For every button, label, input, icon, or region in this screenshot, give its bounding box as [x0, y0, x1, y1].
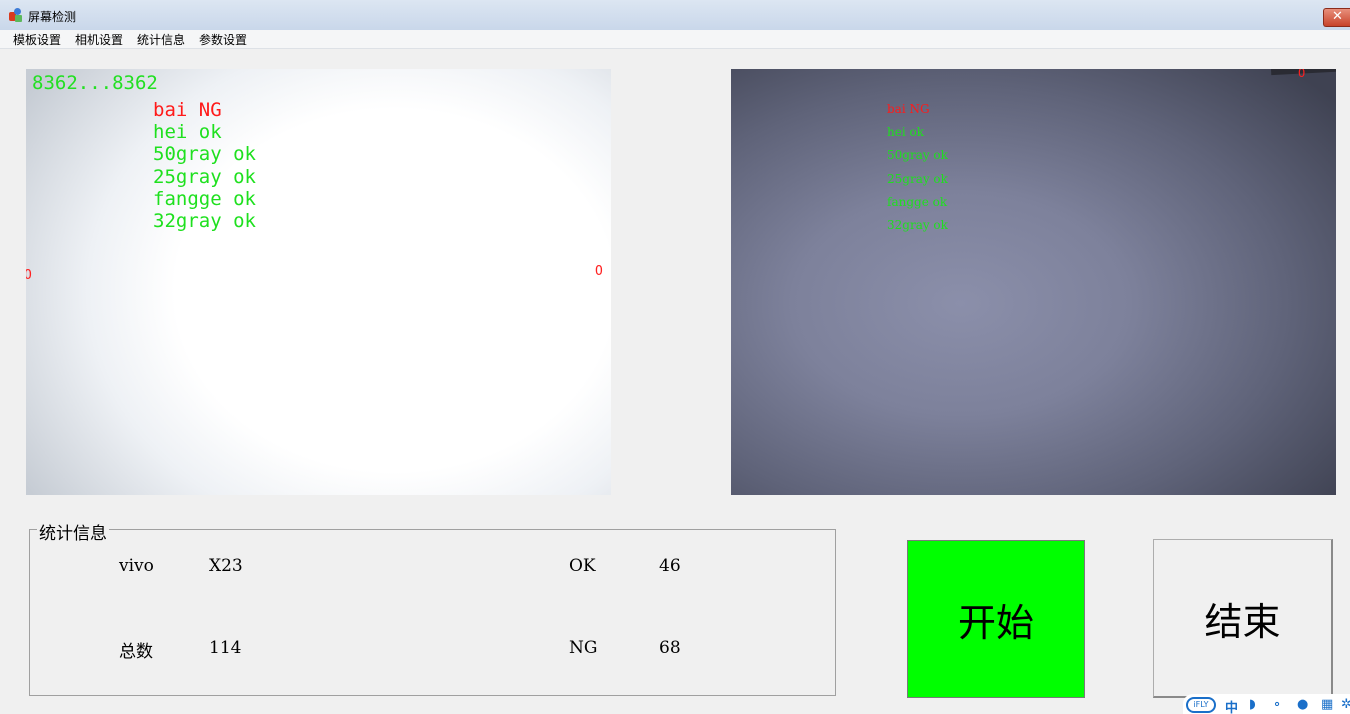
corner-marker: O [1298, 69, 1306, 80]
result-bai: bai NG [887, 102, 930, 116]
left-results-list: bai NG hei ok 50gray ok 25gray ok fangge… [153, 99, 256, 232]
result-32gray: 32gray ok [153, 210, 256, 233]
menu-camera-settings[interactable]: 相机设置 [75, 31, 123, 48]
start-button[interactable]: 开始 [907, 540, 1085, 698]
right-results-list: bai NG hei ok 50gray ok 25gray ok fangge… [887, 98, 948, 237]
ng-label: NG [569, 638, 598, 658]
right-edge-marker: O [595, 264, 603, 279]
result-bai: bai NG [153, 99, 222, 121]
total-count: 114 [209, 638, 242, 658]
ok-count: 46 [659, 556, 681, 576]
menu-bar: 模板设置 相机设置 统计信息 参数设置 [0, 30, 1350, 49]
ifly-logo-icon: iFLY [1186, 697, 1216, 713]
close-button[interactable]: ✕ [1323, 8, 1350, 27]
title-bar: 屏幕检测 ✕ [0, 0, 1350, 30]
close-icon: ✕ [1332, 9, 1343, 24]
window-title: 屏幕检测 [28, 10, 77, 24]
statistics-legend: 统计信息 [37, 519, 109, 544]
result-fangge: fangge ok [887, 194, 948, 209]
punctuation-icon[interactable]: ∘ [1273, 697, 1281, 712]
ng-count: 68 [659, 638, 681, 658]
menu-template-settings[interactable]: 模板设置 [13, 31, 61, 48]
end-button[interactable]: 结束 [1153, 539, 1333, 698]
result-25gray: 25gray ok [153, 165, 256, 188]
menu-parameter-settings[interactable]: 参数设置 [199, 31, 247, 48]
total-label: 总数 [119, 642, 153, 662]
menu-statistics[interactable]: 统计信息 [137, 31, 185, 48]
end-button-label: 结束 [1204, 599, 1281, 644]
result-hei: hei ok [887, 125, 924, 140]
left-edge-marker: O [26, 268, 32, 283]
model-label: X23 [209, 556, 243, 576]
result-fangge: fangge ok [153, 187, 256, 210]
moon-icon[interactable]: ◗ [1249, 697, 1256, 712]
brand-label: vivo [119, 556, 154, 576]
result-50gray: 50gray ok [153, 143, 256, 166]
settings-icon[interactable]: ✲ [1341, 697, 1350, 712]
start-button-label: 开始 [957, 600, 1034, 645]
frame-counter: 8362...8362 [32, 72, 158, 94]
left-camera-view: 8362...8362 bai NG hei ok 50gray ok 25gr… [26, 69, 611, 495]
ok-label: OK [569, 556, 596, 576]
keyboard-icon[interactable]: ▦ [1321, 697, 1333, 712]
result-50gray: 50gray ok [887, 148, 948, 163]
app-icon [9, 8, 22, 22]
result-32gray: 32gray ok [887, 218, 948, 233]
ime-mode[interactable]: 中 [1225, 697, 1238, 714]
microphone-icon[interactable]: ● [1297, 697, 1308, 712]
ime-toolbar[interactable]: iFLY 中 ◗ ∘ ● ▦ ✲ [1183, 694, 1350, 714]
right-camera-view: O bai NG hei ok 50gray ok 25gray ok fang… [731, 69, 1336, 495]
result-25gray: 25gray ok [887, 171, 948, 186]
statistics-groupbox [29, 529, 836, 696]
result-hei: hei ok [153, 121, 222, 144]
